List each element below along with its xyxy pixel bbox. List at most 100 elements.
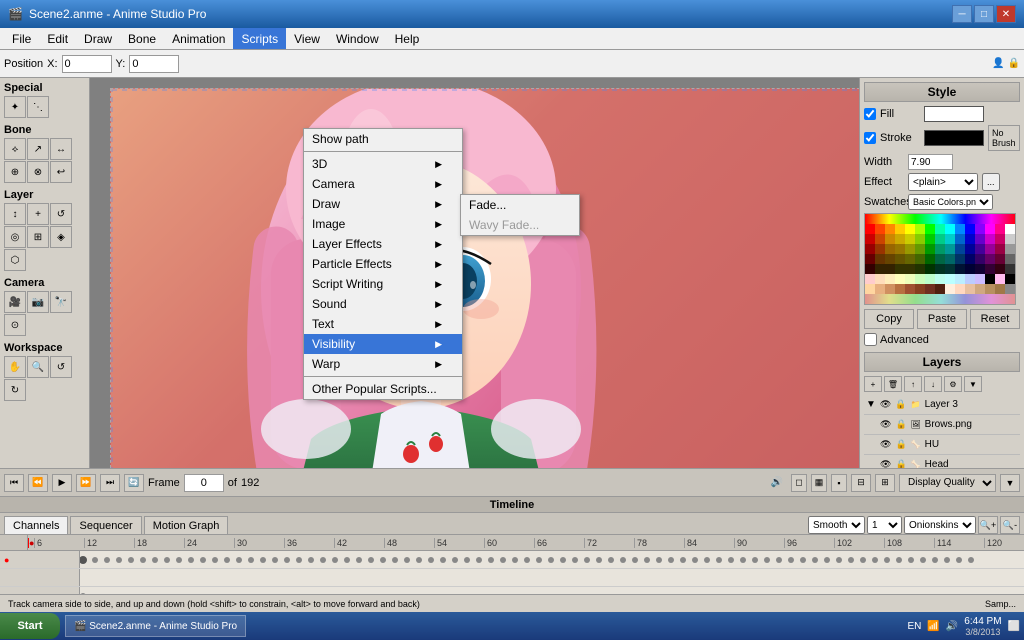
bone-tool-1[interactable]: ⟡ xyxy=(4,138,26,160)
x-input[interactable] xyxy=(62,55,112,73)
layer-tool-7[interactable]: ⬡ xyxy=(4,249,26,271)
frame-input[interactable] xyxy=(184,474,224,492)
taskbar-app-item[interactable]: 🎬 Scene2.anme - Anime Studio Pro xyxy=(65,615,246,637)
camera-tool-3[interactable]: 🔭 xyxy=(50,291,72,313)
menu-edit[interactable]: Edit xyxy=(39,28,76,49)
scripts-sound[interactable]: Sound ▶ xyxy=(304,294,462,314)
maximize-button[interactable]: □ xyxy=(974,5,994,23)
visibility-fade[interactable]: Fade... xyxy=(461,195,579,215)
layer-more-button[interactable]: ▼ xyxy=(964,376,982,392)
y-input[interactable] xyxy=(129,55,179,73)
effect-select[interactable]: <plain> xyxy=(908,173,978,191)
scripts-other-popular[interactable]: Other Popular Scripts... xyxy=(304,379,462,399)
scripts-camera[interactable]: Camera ▶ xyxy=(304,174,462,194)
stroke-color-swatch[interactable] xyxy=(924,130,984,146)
swatches-grid[interactable] xyxy=(864,213,1016,305)
scripts-warp[interactable]: Warp ▶ xyxy=(304,354,462,374)
layer-row-layer3[interactable]: ▼ 👁 🔒 📁 Layer 3 xyxy=(864,395,1020,415)
audio-icon[interactable]: 🔊 xyxy=(771,477,783,488)
menu-help[interactable]: Help xyxy=(387,28,428,49)
layer-tool-4[interactable]: ◎ xyxy=(4,226,26,248)
tab-motion-graph[interactable]: Motion Graph xyxy=(144,516,229,534)
menu-show-path[interactable]: Show path xyxy=(304,129,462,149)
layer-tool-6[interactable]: ◈ xyxy=(50,226,72,248)
track-content-1[interactable] xyxy=(80,551,1024,568)
layer-add-button[interactable]: + xyxy=(864,376,882,392)
scripts-3d[interactable]: 3D ▶ xyxy=(304,154,462,174)
scripts-script-writing[interactable]: Script Writing ▶ xyxy=(304,274,462,294)
layer-settings-button[interactable]: ⚙ xyxy=(944,376,962,392)
quality-btn-2[interactable]: ▦ xyxy=(811,474,827,492)
workspace-tool-4[interactable]: ↻ xyxy=(4,379,26,401)
timeline-zoom-in[interactable]: 🔍+ xyxy=(978,516,998,534)
bone-tool-3[interactable]: ↔ xyxy=(50,138,72,160)
menu-scripts[interactable]: Scripts xyxy=(233,28,286,49)
timeline-zoom-out[interactable]: 🔍- xyxy=(1000,516,1020,534)
quality-down-button[interactable]: ▼ xyxy=(1000,474,1020,492)
tab-channels[interactable]: Channels xyxy=(4,516,68,534)
advanced-checkbox[interactable] xyxy=(864,333,877,346)
smooth-select[interactable]: Smooth xyxy=(808,516,865,534)
camera-tool-2[interactable]: 📷 xyxy=(27,291,49,313)
speed-select[interactable]: 1 xyxy=(867,516,902,534)
layer-tool-2[interactable]: + xyxy=(27,203,49,225)
scripts-draw[interactable]: Draw ▶ xyxy=(304,194,462,214)
menu-animation[interactable]: Animation xyxy=(164,28,233,49)
tool-special-2[interactable]: ⋱ xyxy=(27,96,49,118)
minimize-button[interactable]: ─ xyxy=(952,5,972,23)
goto-end-button[interactable]: ⏭ xyxy=(100,474,120,492)
bone-tool-2[interactable]: ↗ xyxy=(27,138,49,160)
menu-view[interactable]: View xyxy=(286,28,328,49)
close-button[interactable]: ✕ xyxy=(996,5,1016,23)
layer-tool-3[interactable]: ↺ xyxy=(50,203,72,225)
reset-button[interactable]: Reset xyxy=(970,309,1020,329)
width-input[interactable] xyxy=(908,154,953,170)
paste-button[interactable]: Paste xyxy=(917,309,967,329)
camera-tool-1[interactable]: 🎥 xyxy=(4,291,26,313)
start-button[interactable]: Start xyxy=(0,613,60,639)
layer-row-brows[interactable]: 👁 🔒 🖼 Brows.png xyxy=(864,415,1020,435)
next-frame-button[interactable]: ⏩ xyxy=(76,474,96,492)
goto-start-button[interactable]: ⏮ xyxy=(4,474,24,492)
display-quality-select[interactable]: Display Quality xyxy=(899,474,996,492)
layer-row-hu[interactable]: 👁 🔒 🦴 HU xyxy=(864,435,1020,455)
workspace-tool-3[interactable]: ↺ xyxy=(50,356,72,378)
layer-down-button[interactable]: ↓ xyxy=(924,376,942,392)
menu-file[interactable]: File xyxy=(4,28,39,49)
menu-bone[interactable]: Bone xyxy=(120,28,164,49)
copy-button[interactable]: Copy xyxy=(864,309,914,329)
scripts-text[interactable]: Text ▶ xyxy=(304,314,462,334)
effect-options-button[interactable]: ... xyxy=(982,173,1000,191)
swatches-select[interactable]: Basic Colors.png xyxy=(908,194,993,210)
fill-checkbox[interactable] xyxy=(864,108,876,120)
tray-show-desktop[interactable]: ⬜ xyxy=(1008,621,1020,632)
quality-btn-3[interactable]: ▪ xyxy=(831,474,847,492)
bone-tool-6[interactable]: ↩ xyxy=(50,161,72,183)
scripts-particle-effects[interactable]: Particle Effects ▶ xyxy=(304,254,462,274)
layer-delete-button[interactable]: 🗑 xyxy=(884,376,902,392)
quality-btn-1[interactable]: ◻ xyxy=(791,474,807,492)
menu-draw[interactable]: Draw xyxy=(76,28,120,49)
tool-special-1[interactable]: ✦ xyxy=(4,96,26,118)
track-content-2[interactable] xyxy=(80,569,1024,586)
fit-btn[interactable]: ⊟ xyxy=(851,474,871,492)
bone-tool-5[interactable]: ⊗ xyxy=(27,161,49,183)
visibility-wavy-fade[interactable]: Wavy Fade... xyxy=(461,215,579,235)
menu-window[interactable]: Window xyxy=(328,28,387,49)
no-brush-button[interactable]: NoBrush xyxy=(988,125,1020,151)
camera-tool-4[interactable]: ⊙ xyxy=(4,314,26,336)
workspace-tool-2[interactable]: 🔍 xyxy=(27,356,49,378)
tab-sequencer[interactable]: Sequencer xyxy=(70,516,141,534)
scripts-layer-effects[interactable]: Layer Effects ▶ xyxy=(304,234,462,254)
fill-color-swatch[interactable] xyxy=(924,106,984,122)
scripts-visibility[interactable]: Visibility ▶ xyxy=(304,334,462,354)
layer-tool-5[interactable]: ⊞ xyxy=(27,226,49,248)
scripts-image[interactable]: Image ▶ xyxy=(304,214,462,234)
workspace-tool-1[interactable]: ✋ xyxy=(4,356,26,378)
prev-frame-button[interactable]: ⏪ xyxy=(28,474,48,492)
canvas-area[interactable]: Show path 3D ▶ Camera ▶ Draw ▶ Image ▶ L… xyxy=(90,78,859,468)
loop-button[interactable]: 🔄 xyxy=(124,474,144,492)
play-button[interactable]: ▶ xyxy=(52,474,72,492)
bone-tool-4[interactable]: ⊕ xyxy=(4,161,26,183)
layer-tool-1[interactable]: ↕ xyxy=(4,203,26,225)
